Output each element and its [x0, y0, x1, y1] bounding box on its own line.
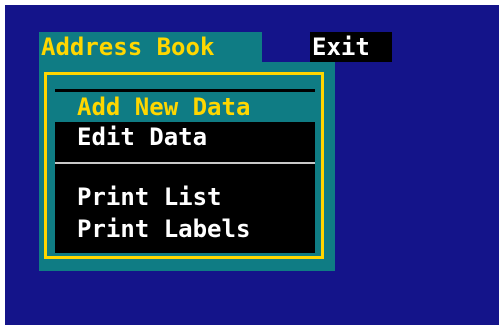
menu-item-print-labels[interactable]: Print Labels [55, 214, 315, 244]
menu-item-print-list[interactable]: Print List [55, 182, 315, 212]
menu-address-book[interactable]: Address Book [39, 32, 262, 62]
menu-item-add-new-data[interactable]: Add New Data [55, 92, 315, 122]
dos-screen: Address Book Exit Add New Data Edit Data… [5, 5, 499, 325]
menu-item-edit-data[interactable]: Edit Data [55, 122, 315, 152]
dropdown-menu: Add New Data Edit Data Print List Print … [55, 89, 315, 253]
menu-separator [55, 162, 315, 164]
menu-exit[interactable]: Exit [310, 32, 392, 62]
